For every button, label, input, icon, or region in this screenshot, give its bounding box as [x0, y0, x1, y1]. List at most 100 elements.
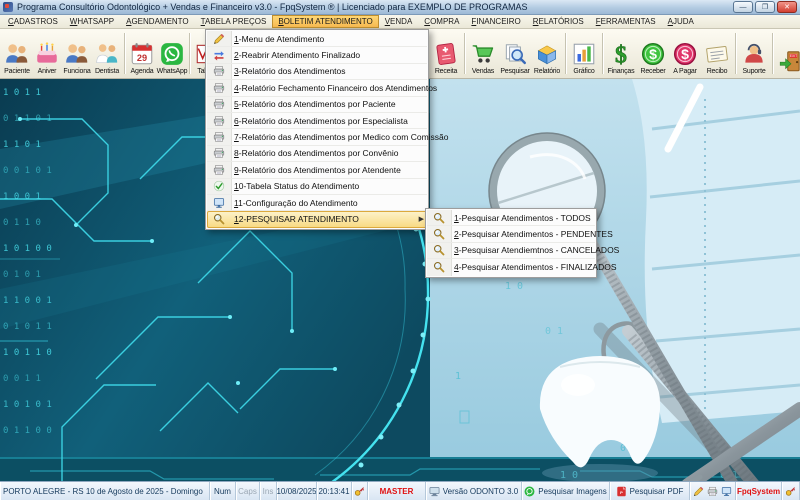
- search-pdf-button[interactable]: Pesquisar PDF: [610, 482, 690, 500]
- employees-icon: [64, 41, 90, 67]
- printer-icon: [213, 115, 225, 127]
- calendar-icon: [129, 41, 155, 67]
- pesquisar-button[interactable]: Pesquisar: [499, 30, 531, 77]
- printer-icon: [213, 98, 225, 110]
- suporte-button[interactable]: Suporte: [738, 30, 770, 77]
- pdf-icon: [616, 486, 627, 497]
- menu-agendamento[interactable]: AGENDAMENTO: [120, 15, 195, 28]
- submenu-item-todos[interactable]: 1-Pesquisar Atendimentos - TODOS: [427, 210, 595, 226]
- window-title: Programa Consultório Odontológico + Vend…: [17, 2, 729, 12]
- computer-icon: [429, 486, 440, 497]
- menu-relatorios[interactable]: RELATÓRIOS: [527, 15, 590, 28]
- pencil-icon: [213, 33, 225, 45]
- svg-text:0 1 1 0 1: 0 1 1 0 1: [3, 114, 52, 124]
- menu-financeiro[interactable]: FINANCEIRO: [465, 15, 526, 28]
- svg-text:1 0: 1 0: [505, 281, 523, 292]
- menu-item-relatorio-por-medico[interactable]: 7-Relatório das Atendimentos por Medico …: [207, 129, 427, 145]
- svg-text:0 1 0 1 1: 0 1 0 1 1: [3, 322, 52, 332]
- paciente-button[interactable]: Paciente: [2, 30, 32, 77]
- receipt-icon: [704, 41, 730, 67]
- prescription-icon: [433, 41, 459, 67]
- printer-icon: [213, 65, 225, 77]
- menu-cadastros[interactable]: CADASTROS: [2, 15, 64, 28]
- birthday-cake-icon: [34, 41, 60, 67]
- search-icon: [433, 244, 445, 256]
- search-images-button[interactable]: Pesquisar Imagens: [522, 482, 610, 500]
- toolbar-separator: [735, 33, 736, 74]
- printer-icon: [213, 164, 225, 176]
- menu-item-menu-de-atendimento[interactable]: 1-Menu de Atendimento: [207, 31, 427, 47]
- status-date: 10/08/2025: [277, 482, 317, 500]
- dentista-button[interactable]: Dentista: [92, 30, 122, 77]
- brush-icon[interactable]: [693, 486, 704, 497]
- svg-text:1 1 0 0 1: 1 1 0 0 1: [3, 296, 52, 306]
- vendas-button[interactable]: Vendas: [467, 30, 499, 77]
- svg-text:0 1: 0 1: [545, 326, 563, 337]
- submenu-item-finalizados[interactable]: 4-Pesquisar Atendimentos - FINALIZADOS: [427, 259, 595, 275]
- a-pagar-button[interactable]: A Pagar: [669, 30, 701, 77]
- submenu-item-pendentes[interactable]: 2-Pesquisar Atendimentos - PENDENTES: [427, 226, 595, 242]
- config-monitor-icon: [213, 197, 225, 209]
- menu-item-relatorio-por-paciente[interactable]: 5-Relatório dos Atendimentos por Pacient…: [207, 97, 427, 113]
- toolbar-separator: [124, 33, 125, 74]
- toolbar-separator: [464, 33, 465, 74]
- menu-whatsapp[interactable]: WHATSAPP: [64, 15, 120, 28]
- toolbar-separator: [565, 33, 566, 74]
- menu-item-reabrir-atendimento[interactable]: 2-Reabrir Atendimento Finalizado: [207, 47, 427, 63]
- search-icon: [433, 261, 445, 273]
- grafico-button[interactable]: Gráfico: [568, 30, 600, 77]
- search-icon: [433, 212, 445, 224]
- status-location-date: PORTO ALEGRE - RS 10 de Agosto de 2025 -…: [0, 482, 210, 500]
- svg-text:0 0 1 0 1: 0 0 1 0 1: [3, 166, 52, 176]
- app-window: Programa Consultório Odontológico + Vend…: [0, 0, 800, 500]
- sales-cart-icon: [470, 41, 496, 67]
- status-brand: FpqSystem: [736, 482, 782, 500]
- aniver-button[interactable]: Aniver: [32, 30, 62, 77]
- status-bar: PORTO ALEGRE - RS 10 de Agosto de 2025 -…: [0, 481, 800, 500]
- key-icon: [785, 486, 796, 497]
- menu-item-relatorio-por-convenio[interactable]: 8-Relatório dos Atendimentos por Convêni…: [207, 146, 427, 162]
- whatsapp-button[interactable]: WhatsApp: [157, 30, 187, 77]
- menu-ajuda[interactable]: AJUDA: [662, 15, 700, 28]
- menu-item-configuracao[interactable]: 11-Configuração do Atendimento: [207, 195, 427, 211]
- restore-button[interactable]: ❐: [755, 1, 775, 13]
- status-num-indicator: Num: [210, 482, 236, 500]
- menu-item-tabela-status[interactable]: 10-Tabela Status do Atendimento: [207, 179, 427, 195]
- menu-compra[interactable]: COMPRA: [418, 15, 465, 28]
- menu-boletim-atendimento[interactable]: BOLETIM ATENDIMENTO: [272, 15, 378, 28]
- menu-item-pesquisar-atendimento[interactable]: 12-PESQUISAR ATENDIMENTO ▶: [207, 211, 427, 227]
- svg-text:1 0 1 0 0: 1 0 1 0 0: [3, 244, 52, 254]
- svg-text:0 1 1 0: 0 1 1 0: [3, 218, 41, 228]
- search-icon: [433, 228, 445, 240]
- toolbar-separator: [772, 33, 773, 74]
- recibo-button[interactable]: Recibo: [701, 30, 733, 77]
- patients-icon: [4, 41, 30, 67]
- receita-button[interactable]: Receita: [430, 30, 462, 77]
- menu-tabela-precos[interactable]: TABELA PREÇOS: [195, 15, 273, 28]
- exit-button[interactable]: [775, 30, 800, 77]
- relatorio-button[interactable]: Relatório: [531, 30, 563, 77]
- printer-icon[interactable]: [707, 486, 718, 497]
- financas-button[interactable]: Finanças: [605, 30, 637, 77]
- funcionario-button[interactable]: Funciona: [62, 30, 92, 77]
- whatsapp-icon: [524, 486, 535, 497]
- menu-item-relatorio-por-atendente[interactable]: 9-Relatório dos Atendimentos por Atenden…: [207, 162, 427, 178]
- menu-item-relatorio-fechamento[interactable]: 4-Relatório Fechamento Financeiro dos At…: [207, 80, 427, 96]
- minimize-button[interactable]: —: [733, 1, 753, 13]
- menu-item-relatorio-atendimentos[interactable]: 3-Relatório dos Atendimentos: [207, 64, 427, 80]
- submenu-arrow-icon: ▶: [419, 215, 424, 223]
- whatsapp-icon: [159, 41, 185, 67]
- menu-venda[interactable]: VENDA: [379, 15, 419, 28]
- status-version: Versão ODONTO 3.0: [426, 482, 522, 500]
- agenda-button[interactable]: Agenda: [127, 30, 157, 77]
- monitor-icon[interactable]: [721, 486, 732, 497]
- svg-text:0 0 1 1: 0 0 1 1: [3, 374, 41, 384]
- menu-ferramentas[interactable]: FERRAMENTAS: [590, 15, 662, 28]
- receive-coin-icon: [640, 41, 666, 67]
- menu-item-relatorio-por-especialista[interactable]: 6-Relatório dos Atendimentos por Especia…: [207, 113, 427, 129]
- bar-chart-icon: [571, 41, 597, 67]
- close-button[interactable]: ✕: [777, 1, 797, 13]
- receber-button[interactable]: Receber: [637, 30, 669, 77]
- submenu-item-cancelados[interactable]: 3-Pesquisar Atendiemtnos - CANCELADOS: [427, 243, 595, 259]
- key-icon: [354, 486, 365, 497]
